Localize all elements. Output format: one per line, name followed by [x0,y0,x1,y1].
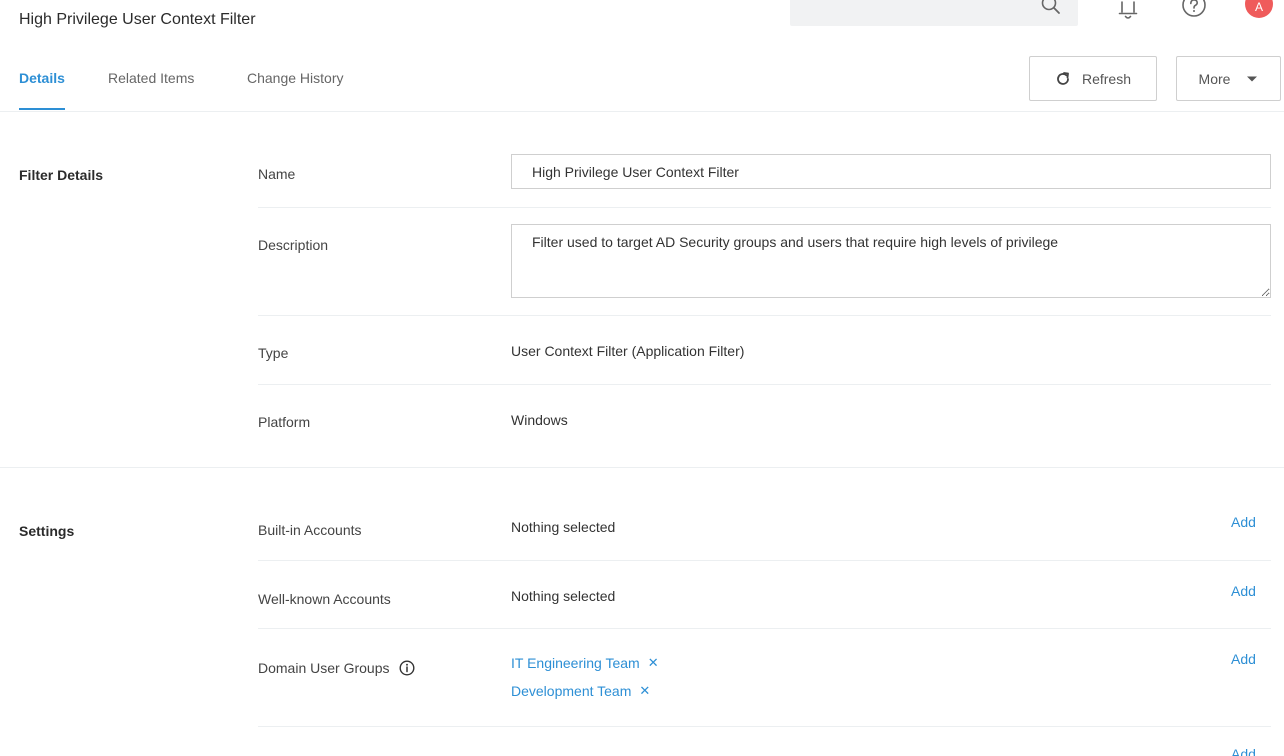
domain-group-name[interactable]: IT Engineering Team [511,655,640,671]
row-divider [258,384,1271,385]
description-label: Description [258,237,329,253]
wellknown-accounts-value: Nothing selected [511,588,616,604]
name-field[interactable] [511,154,1271,189]
search-icon[interactable] [1040,0,1062,16]
domain-user-groups-text: Domain User Groups [258,660,390,676]
domain-group-chip[interactable]: IT Engineering Team ✕ [511,655,659,671]
info-icon[interactable] [399,660,415,676]
row-divider [258,207,1271,208]
add-next-row-link[interactable]: Add [1231,746,1256,756]
page: High Privilege User Context Filter A Det… [0,0,1284,756]
platform-value: Windows [511,412,568,428]
section-settings: Settings [19,523,75,539]
builtin-accounts-label: Built-in Accounts [258,522,362,538]
tab-change-history[interactable]: Change History [247,68,344,112]
wellknown-accounts-label: Well-known Accounts [258,591,391,607]
section-filter-details: Filter Details [19,167,104,183]
description-field[interactable]: Filter used to target AD Security groups… [511,224,1271,298]
page-title: High Privilege User Context Filter [19,11,256,28]
platform-label: Platform [258,414,311,430]
tab-details[interactable]: Details [19,68,65,112]
row-divider [258,560,1271,561]
refresh-label: Refresh [1081,70,1132,87]
refresh-icon [1057,71,1069,85]
name-label: Name [258,166,296,182]
search-input[interactable] [790,0,1078,26]
domain-group-name[interactable]: Development Team [511,683,631,699]
caret-down-icon [1247,76,1258,81]
bell-icon[interactable] [1116,0,1140,20]
domain-user-groups-label: Domain User Groups [258,660,415,676]
domain-group-chip[interactable]: Development Team ✕ [511,683,650,699]
add-wellknown-accounts-link[interactable]: Add [1231,583,1256,599]
more-label: More [1198,70,1231,87]
add-builtin-accounts-link[interactable]: Add [1231,514,1256,530]
row-divider [258,315,1271,316]
avatar[interactable]: A [1245,0,1273,18]
tab-related-items[interactable]: Related Items [108,68,194,112]
row-divider [258,628,1271,629]
builtin-accounts-value: Nothing selected [511,519,616,535]
add-domain-user-groups-link[interactable]: Add [1231,651,1256,667]
type-value: User Context Filter (Application Filter) [511,343,745,359]
row-divider [258,726,1271,727]
help-icon[interactable] [1181,0,1207,20]
remove-icon[interactable]: ✕ [639,683,650,699]
tab-divider [0,111,1284,112]
refresh-button[interactable]: Refresh [1029,56,1157,101]
more-button[interactable]: More [1176,56,1281,101]
remove-icon[interactable]: ✕ [648,655,659,671]
type-label: Type [258,345,289,361]
section-divider [0,467,1284,468]
